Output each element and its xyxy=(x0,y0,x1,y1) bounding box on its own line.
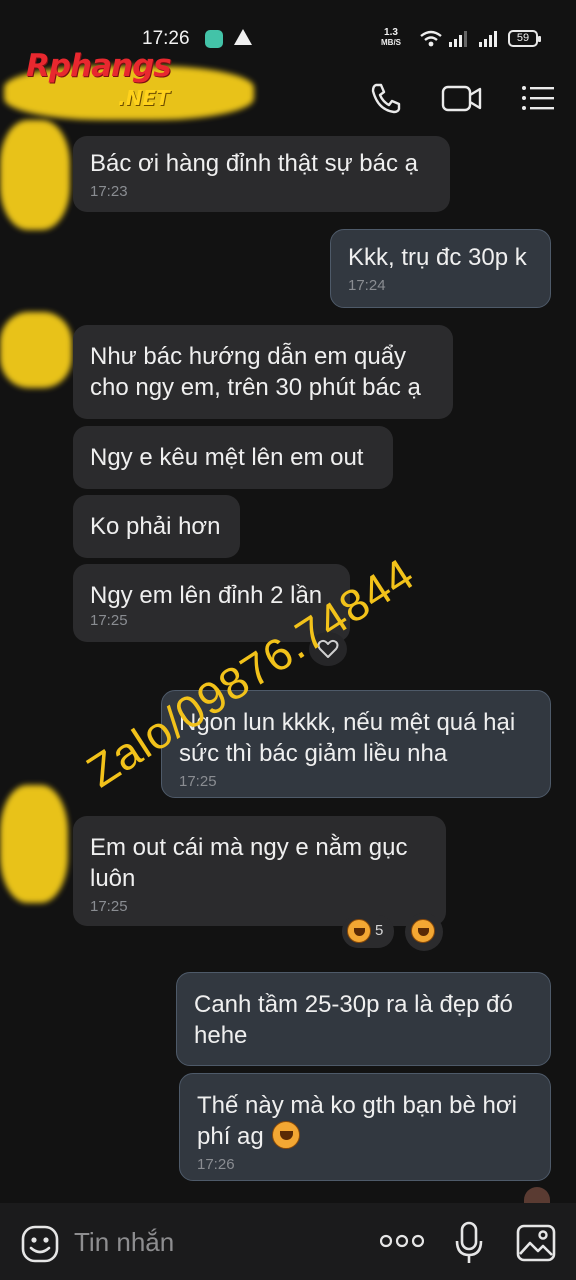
reaction-button[interactable] xyxy=(405,913,443,951)
more-options-icon[interactable] xyxy=(380,1234,424,1248)
message-text: Như bác hướng dẫn em quẩy cho ngy em, tr… xyxy=(90,343,421,401)
laughing-emoji-icon xyxy=(411,919,435,943)
message-bubble-incoming[interactable]: Em out cái mà ngy e nằm gục luôn 17:25 xyxy=(73,816,446,926)
reaction-summary[interactable]: 5 xyxy=(342,915,394,948)
message-text: Thế này mà ko gth bạn bè hơi phí ag xyxy=(197,1092,517,1150)
message-time: 17:23 xyxy=(90,183,128,200)
message-bubble-outgoing[interactable]: Thế này mà ko gth bạn bè hơi phí ag 17:2… xyxy=(179,1073,551,1181)
menu-icon[interactable] xyxy=(520,80,556,116)
message-text: Ko phải hơn xyxy=(90,513,221,540)
message-bubble-incoming[interactable]: Ko phải hơn xyxy=(73,495,240,558)
network-speed: 1.3 MB/S xyxy=(381,28,401,48)
message-text: Bác ơi hàng đỉnh thật sự bác ạ xyxy=(90,150,419,177)
message-text: Ngy em lên đỉnh 2 lần xyxy=(90,582,323,609)
message-bubble-incoming[interactable]: Ngy e kêu mệt lên em out xyxy=(73,426,393,489)
message-time: 17:25 xyxy=(179,773,217,790)
app-notification-icon xyxy=(205,30,223,48)
avatar-redaction xyxy=(0,312,72,388)
message-time: 17:25 xyxy=(90,898,128,915)
site-logo: Rphangs xyxy=(26,48,172,84)
battery-indicator: 59 xyxy=(508,30,541,47)
sticker-icon[interactable] xyxy=(20,1224,60,1264)
network-speed-unit: MB/S xyxy=(381,38,401,47)
message-time: 17:26 xyxy=(197,1156,235,1173)
signal-icon-sim1 xyxy=(449,31,467,47)
wifi-icon xyxy=(420,30,442,47)
avatar-redaction xyxy=(0,785,68,903)
message-input[interactable]: Tin nhắn xyxy=(74,1227,174,1258)
laughing-emoji-icon xyxy=(272,1121,301,1149)
signal-icon-sim2 xyxy=(479,31,497,47)
status-time: 17:26 xyxy=(142,28,190,49)
message-bubble-outgoing[interactable]: Kkk, trụ đc 30p k 17:24 xyxy=(330,229,551,308)
warning-icon xyxy=(234,29,252,45)
message-bubble-outgoing[interactable]: Canh tầm 25-30p ra là đẹp đó hehe xyxy=(176,972,551,1066)
video-call-icon[interactable] xyxy=(441,80,483,116)
site-logo-suffix: .NET xyxy=(118,86,170,110)
reaction-count: 5 xyxy=(375,922,384,939)
message-text: Kkk, trụ đc 30p k xyxy=(348,244,527,271)
network-speed-value: 1.3 xyxy=(384,27,398,38)
phone-icon[interactable] xyxy=(368,80,404,116)
message-text: Canh tầm 25-30p ra là đẹp đó hehe xyxy=(194,991,513,1049)
microphone-icon[interactable] xyxy=(454,1221,484,1265)
message-bubble-incoming[interactable]: Như bác hướng dẫn em quẩy cho ngy em, tr… xyxy=(73,325,453,419)
message-bubble-incoming[interactable]: Bác ơi hàng đỉnh thật sự bác ạ 17:23 xyxy=(73,136,450,212)
message-text: Em out cái mà ngy e nằm gục luôn xyxy=(90,834,408,892)
message-time: 17:24 xyxy=(348,277,386,294)
message-text: Ngy e kêu mệt lên em out xyxy=(90,444,364,471)
image-gallery-icon[interactable] xyxy=(516,1224,556,1262)
message-composer: Tin nhắn xyxy=(0,1203,576,1280)
avatar-redaction xyxy=(0,120,70,230)
laughing-emoji-icon xyxy=(347,919,371,943)
